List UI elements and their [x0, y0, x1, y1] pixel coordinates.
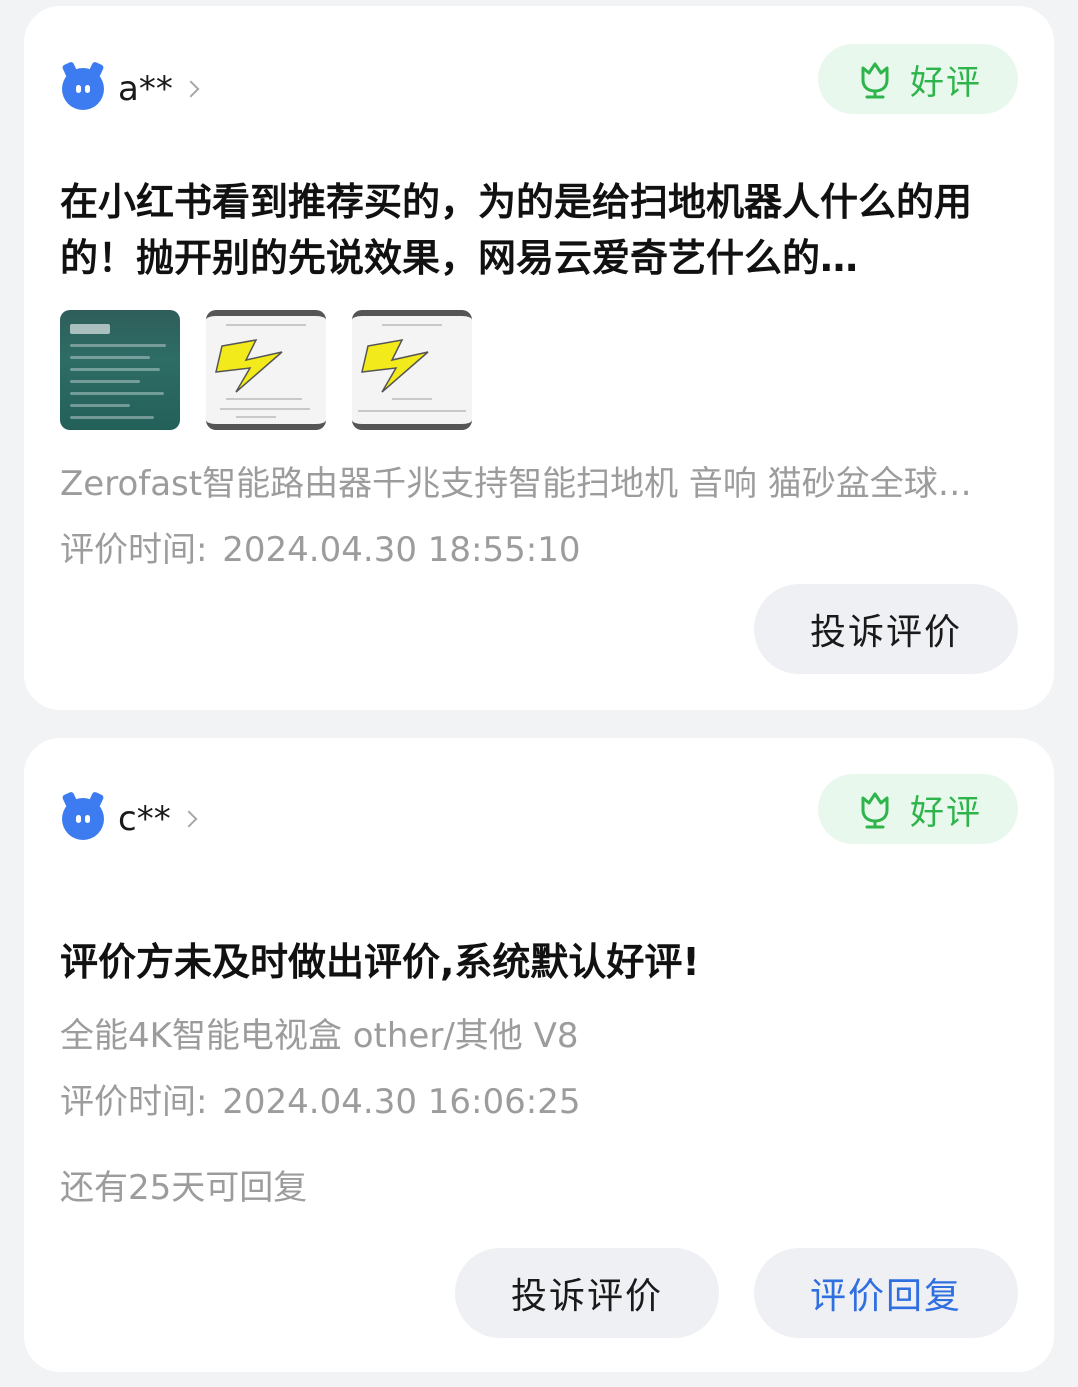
lightning-icon — [361, 339, 429, 393]
review-image[interactable] — [206, 310, 326, 430]
review-time-value: 2024.04.30 16:06:25 — [222, 1082, 581, 1122]
reviewer-name: a** — [118, 69, 173, 109]
reviewer-name: c** — [118, 799, 171, 839]
review-time: 评价时间: 2024.04.30 16:06:25 — [60, 1080, 580, 1124]
review-time: 评价时间: 2024.04.30 18:55:10 — [60, 528, 580, 572]
review-card: a** 好评 在小红书看到推荐买的，为的是给扫地机器人什么的用的！抛开别的先说效… — [24, 6, 1054, 710]
review-card: c** 好评 评价方未及时做出评价,系统默认好评! 全能4K智能电视盒 othe… — [24, 738, 1054, 1372]
reviewer-link[interactable]: c** — [62, 794, 198, 844]
complain-button[interactable]: 投诉评价 — [455, 1248, 719, 1338]
chevron-right-icon — [182, 80, 200, 98]
review-time-value: 2024.04.30 18:55:10 — [222, 530, 581, 570]
reply-remaining-text: 还有25天可回复 — [60, 1168, 308, 1208]
avatar-icon — [62, 798, 104, 840]
rating-badge: 好评 — [818, 44, 1018, 114]
review-time-label: 评价时间: — [60, 1082, 208, 1122]
lightning-icon — [215, 339, 283, 393]
product-name[interactable]: Zerofast智能路由器千兆支持智能扫地机 音响 猫砂盆全球… — [60, 462, 1020, 506]
rating-badge: 好评 — [818, 774, 1018, 844]
review-time-label: 评价时间: — [60, 530, 208, 570]
tulip-icon — [861, 62, 889, 99]
reviewer-link[interactable]: a** — [62, 64, 200, 114]
rating-label: 好评 — [910, 792, 982, 833]
review-image[interactable] — [60, 310, 180, 430]
review-images — [60, 310, 472, 430]
rating-label: 好评 — [910, 62, 982, 103]
review-content[interactable]: 评价方未及时做出评价,系统默认好评! — [60, 934, 1020, 990]
tulip-icon — [861, 792, 889, 829]
product-name[interactable]: 全能4K智能电视盒 other/其他 V8 — [60, 1014, 1020, 1058]
avatar-icon — [62, 68, 104, 110]
reply-button[interactable]: 评价回复 — [754, 1248, 1018, 1338]
chevron-right-icon — [180, 810, 198, 828]
complain-button[interactable]: 投诉评价 — [754, 584, 1018, 674]
review-image[interactable] — [352, 310, 472, 430]
review-content[interactable]: 在小红书看到推荐买的，为的是给扫地机器人什么的用的！抛开别的先说效果，网易云爱奇… — [60, 174, 1020, 286]
